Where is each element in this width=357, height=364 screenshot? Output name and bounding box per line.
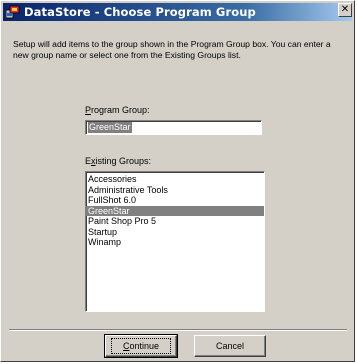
- setup-app-icon: [6, 5, 20, 19]
- program-group-input[interactable]: GreenStar: [85, 120, 262, 135]
- cancel-button[interactable]: Cancel: [194, 335, 266, 357]
- continue-label: Continue: [110, 338, 172, 354]
- list-item-accessories[interactable]: Accessories: [86, 174, 264, 185]
- program-group-value: GreenStar: [88, 122, 132, 133]
- program-group-label: Program Group:: [85, 105, 150, 115]
- existing-groups-label: Existing Groups:: [85, 156, 151, 166]
- close-icon: ✕: [340, 4, 350, 15]
- cancel-label: Cancel: [215, 341, 244, 351]
- intro-text: Setup will add items to the group shown …: [13, 39, 331, 60]
- dialog-window: DataStore - Choose Program Group ✕ Setup…: [0, 0, 355, 362]
- list-item-paint-shop-pro[interactable]: Paint Shop Pro 5: [86, 216, 264, 227]
- continue-button[interactable]: Continue: [104, 334, 178, 358]
- program-group-label-text: rogram Group:: [91, 105, 150, 115]
- existing-groups-list[interactable]: Accessories Administrative Tools FullSho…: [85, 171, 265, 312]
- list-item-startup[interactable]: Startup: [86, 227, 264, 238]
- window-title: DataStore - Choose Program Group: [24, 5, 256, 19]
- list-item-fullshot[interactable]: FullShot 6.0: [86, 195, 264, 206]
- continue-label-text: ontinue: [129, 341, 160, 351]
- list-item-greenstar[interactable]: GreenStar: [86, 205, 264, 216]
- list-item-winamp[interactable]: Winamp: [86, 237, 264, 248]
- list-item-administrative-tools[interactable]: Administrative Tools: [86, 185, 264, 196]
- existing-groups-label-text: isting Groups:: [95, 156, 152, 166]
- title-bar[interactable]: DataStore - Choose Program Group: [3, 3, 352, 21]
- close-button[interactable]: ✕: [338, 3, 352, 17]
- button-divider: [9, 329, 347, 331]
